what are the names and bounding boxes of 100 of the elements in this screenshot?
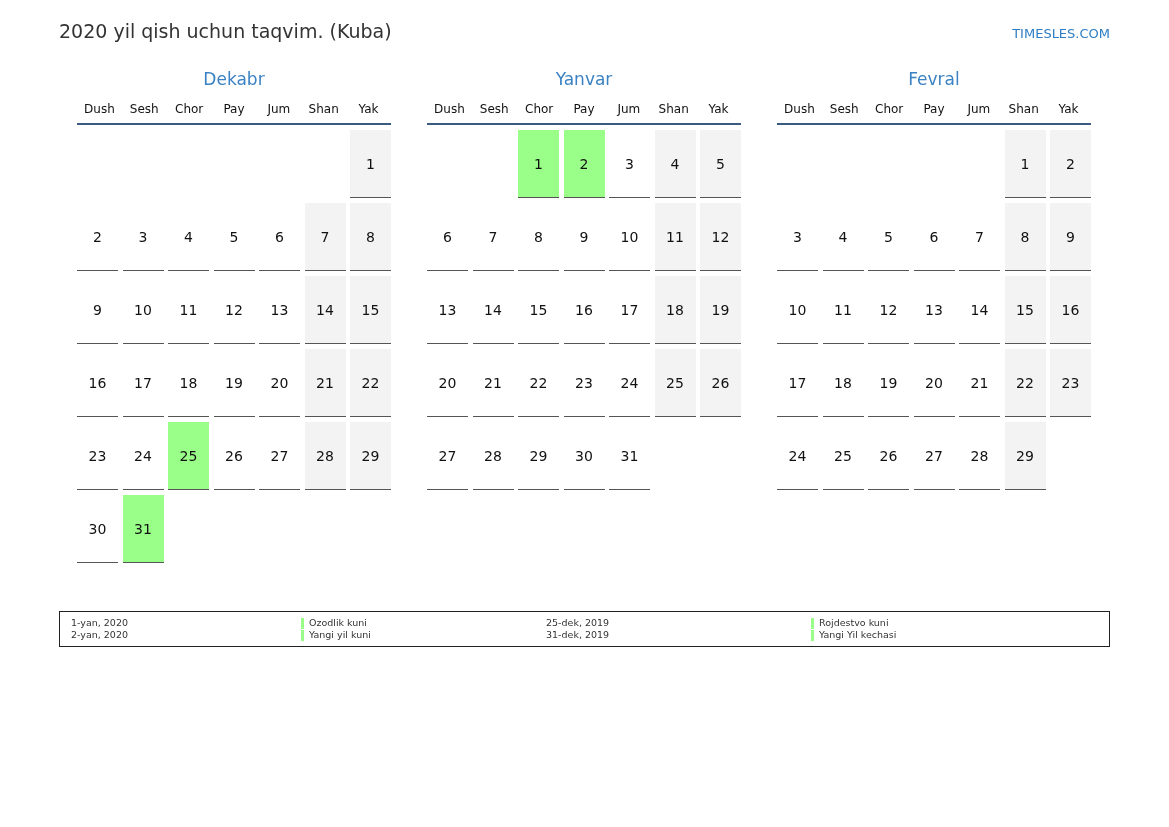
holiday-name: Yangi yil kuni (309, 629, 371, 641)
day-cell: 15 (350, 276, 391, 344)
day-cell: 4 (822, 203, 864, 271)
day-cell: 24 (122, 422, 164, 490)
day-cell: 5 (700, 130, 741, 198)
day-cell: 25 (654, 349, 696, 417)
day-cell: 12 (700, 203, 741, 271)
day-cell: 25 (168, 422, 209, 490)
day-cell: 11 (168, 276, 209, 344)
day-cell: 3 (122, 203, 164, 271)
day-cell: 24 (609, 349, 650, 417)
day-cell: 13 (259, 276, 300, 344)
day-cell: 27 (913, 422, 955, 490)
day-cell: 1 (1004, 130, 1046, 198)
day-cell: 17 (609, 276, 650, 344)
day-cell: 3 (609, 130, 650, 198)
day-cell: 20 (427, 349, 468, 417)
weekday-label: Dush (83, 102, 116, 116)
weekday-label: Pay (922, 102, 946, 116)
day-cell: 2 (563, 130, 605, 198)
day-cell: 7 (959, 203, 1000, 271)
weekday-label: Chor (874, 102, 905, 116)
day-cell: 4 (654, 130, 696, 198)
day-cell: 25 (822, 422, 864, 490)
weekday-label: Sesh (128, 102, 160, 116)
day-cell: 19 (213, 349, 255, 417)
site-link[interactable]: TIMESLES.COM (1012, 26, 1110, 41)
day-cell: 10 (122, 276, 164, 344)
day-cell: 7 (472, 203, 514, 271)
day-cell: 30 (77, 495, 118, 563)
weekday-label: Chor (174, 102, 205, 116)
day-cell: 21 (472, 349, 514, 417)
holiday-name: Rojdestvo kuni (819, 617, 889, 629)
weekday-label: Dush (433, 102, 466, 116)
weekday-label: Jum (616, 102, 642, 116)
day-cell: 16 (563, 276, 605, 344)
day-cell: 5 (868, 203, 909, 271)
holiday-name: Yangi Yil kechasi (819, 629, 897, 641)
day-cell: 13 (427, 276, 468, 344)
day-cell: 21 (304, 349, 346, 417)
holiday-name: Ozodlik kuni (309, 617, 367, 629)
day-cell: 22 (1004, 349, 1046, 417)
day-cell: 20 (259, 349, 300, 417)
weekday-label: Shan (307, 102, 340, 116)
day-cell: 11 (822, 276, 864, 344)
holiday-date: 2-yan, 2020 (71, 629, 129, 641)
month-name: Fevral (907, 69, 961, 91)
day-cell: 9 (77, 276, 118, 344)
weekday-label: Pay (222, 102, 246, 116)
day-cell: 23 (563, 349, 605, 417)
day-cell: 30 (563, 422, 605, 490)
day-cell: 4 (168, 203, 209, 271)
day-cell: 26 (868, 422, 909, 490)
day-cell: 14 (472, 276, 514, 344)
day-cell: 26 (700, 349, 741, 417)
page-title: 2020 yil qish uchun taqvim. (Kuba) (59, 20, 392, 42)
holiday-date: 25-dek, 2019 (546, 617, 611, 629)
day-cell: 26 (213, 422, 255, 490)
day-cell: 29 (518, 422, 559, 490)
day-cell: 18 (654, 276, 696, 344)
day-cell: 6 (259, 203, 300, 271)
weekday-label: Jum (966, 102, 992, 116)
weekday-label: Pay (572, 102, 596, 116)
day-cell: 19 (868, 349, 909, 417)
day-cell: 24 (777, 422, 818, 490)
day-cell: 8 (518, 203, 559, 271)
day-cell: 29 (350, 422, 391, 490)
day-cell: 11 (654, 203, 696, 271)
day-cell: 13 (913, 276, 955, 344)
weekday-label: Shan (1007, 102, 1040, 116)
weekday-label: Sesh (478, 102, 510, 116)
day-cell: 9 (563, 203, 605, 271)
day-cell: 14 (959, 276, 1000, 344)
month-name: Yanvar (554, 69, 614, 91)
holiday-date: 1-yan, 2020 (71, 617, 129, 629)
day-cell: 8 (1004, 203, 1046, 271)
day-cell: 16 (1050, 276, 1091, 344)
day-cell: 6 (913, 203, 955, 271)
weekday-label: Jum (266, 102, 292, 116)
day-cell: 21 (959, 349, 1000, 417)
day-cell: 17 (122, 349, 164, 417)
day-cell: 31 (122, 495, 164, 563)
day-cell: 29 (1004, 422, 1046, 490)
day-cell: 28 (959, 422, 1000, 490)
day-cell: 28 (472, 422, 514, 490)
day-cell: 22 (350, 349, 391, 417)
day-cell: 18 (168, 349, 209, 417)
day-cell: 28 (304, 422, 346, 490)
weekday-label: Yak (357, 102, 380, 116)
holiday-date: 31-dek, 2019 (546, 629, 611, 641)
day-cell: 10 (777, 276, 818, 344)
day-cell: 12 (213, 276, 255, 344)
day-cell: 23 (77, 422, 118, 490)
day-cell: 7 (304, 203, 346, 271)
weekday-label: Yak (707, 102, 730, 116)
day-cell: 5 (213, 203, 255, 271)
weekday-label: Shan (657, 102, 690, 116)
day-cell: 12 (868, 276, 909, 344)
day-cell: 16 (77, 349, 118, 417)
day-cell: 2 (77, 203, 118, 271)
